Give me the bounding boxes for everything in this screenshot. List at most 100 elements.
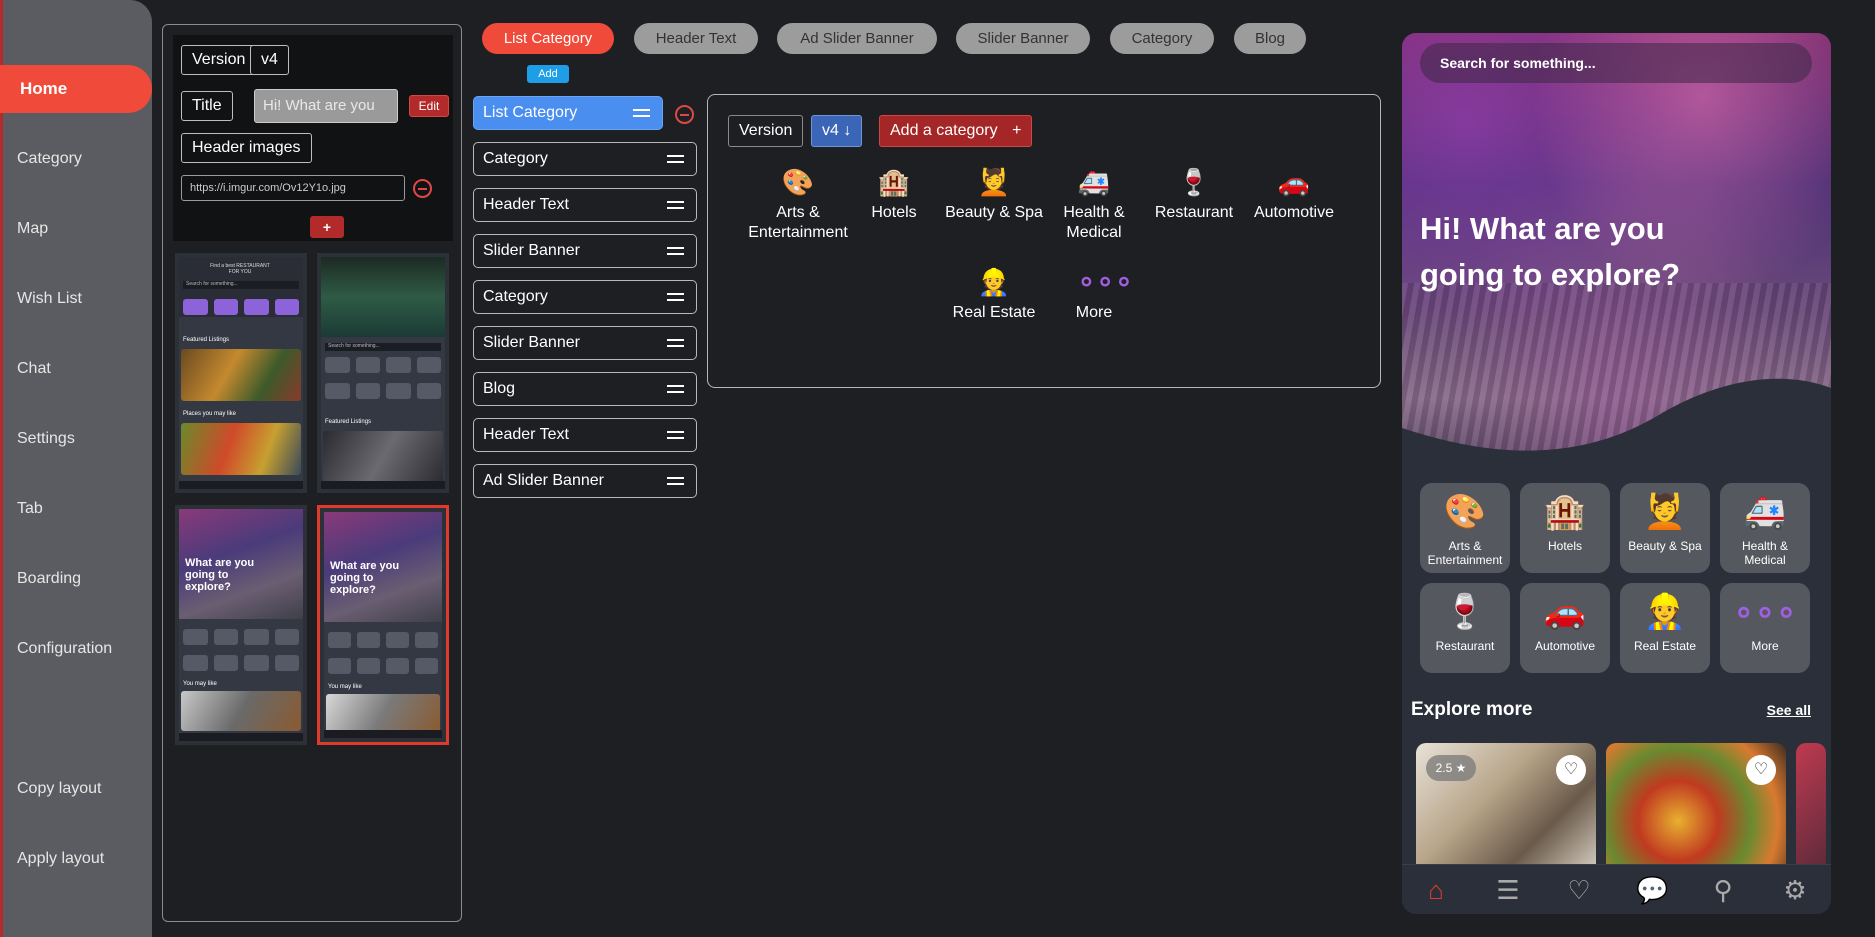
editor-category-beauty[interactable]: 💆 Beauty & Spa: [944, 167, 1044, 223]
layout-item-header-text-2[interactable]: Header Text: [473, 418, 697, 452]
phone-search-input[interactable]: Search for something...: [1420, 43, 1812, 83]
add-category-button[interactable]: Add a category +: [879, 115, 1033, 147]
drag-handle-icon[interactable]: [667, 247, 684, 255]
explore-card-partial[interactable]: [1796, 743, 1826, 873]
list-icon[interactable]: ☰: [1493, 876, 1523, 904]
see-all-link[interactable]: See all: [1767, 702, 1811, 718]
thumbnail-photo: [323, 431, 443, 483]
tab-slider-banner[interactable]: Slider Banner: [956, 23, 1090, 54]
layout-item-category-2[interactable]: Category: [473, 280, 697, 314]
thumbnail-categories-2: [328, 658, 438, 674]
editor-category-hotels[interactable]: 🏨 Hotels: [844, 167, 944, 223]
title-label: Title: [181, 91, 233, 121]
category-label: Automotive: [1253, 204, 1335, 221]
heart-icon[interactable]: ♡: [1564, 876, 1594, 904]
layout-item-label: Category: [483, 150, 548, 167]
tab-ad-slider-banner[interactable]: Ad Slider Banner: [777, 23, 937, 54]
phone-category-more[interactable]: ∘∘∘ More: [1720, 583, 1810, 673]
sidebar-item-boarding[interactable]: Boarding: [17, 570, 81, 588]
sidebar-item-wish-list[interactable]: Wish List: [17, 290, 82, 308]
map-pin-icon[interactable]: ⚲: [1708, 876, 1738, 904]
drag-handle-icon[interactable]: [667, 431, 684, 439]
remove-section-icon[interactable]: [675, 105, 694, 124]
layout-item-header-text[interactable]: Header Text: [473, 188, 697, 222]
sidebar-item-category[interactable]: Category: [17, 150, 82, 168]
home-icon[interactable]: ⌂: [1421, 876, 1451, 904]
category-label: Arts & Entertainment: [748, 204, 848, 241]
thumbnail-photo: [326, 694, 440, 734]
heart-icon[interactable]: ♡: [1746, 755, 1776, 785]
layout-item-label: Category: [483, 288, 548, 305]
editor-category-health[interactable]: 🚑 Health & Medical: [1044, 167, 1144, 243]
apply-layout-button[interactable]: Apply layout: [17, 850, 104, 868]
layout-item-slider-banner[interactable]: Slider Banner: [473, 234, 697, 268]
plus-icon: +: [1012, 122, 1022, 139]
thumbnail-headline: What are you going to explore?: [330, 560, 400, 596]
version-select[interactable]: v4: [250, 45, 289, 75]
tab-header-text[interactable]: Header Text: [634, 23, 758, 54]
layout-item-label: List Category: [483, 104, 578, 121]
more-dots-icon: ∘∘∘: [1733, 593, 1797, 631]
add-category-label: Add a category: [890, 122, 998, 139]
copy-layout-button[interactable]: Copy layout: [17, 780, 102, 798]
editor-category-automotive[interactable]: 🚗 Automotive: [1244, 167, 1344, 223]
layout-thumbnail-1[interactable]: Find a best RESTAURANT FOR YOU Search fo…: [175, 253, 307, 493]
gear-icon[interactable]: ⚙: [1780, 876, 1810, 904]
explore-card-hotel[interactable]: 2.5 ★ ♡: [1416, 743, 1596, 873]
title-input[interactable]: Hi! What are you: [254, 89, 398, 123]
phone-category-arts[interactable]: 🎨 Arts & Entertainment: [1420, 483, 1510, 573]
layout-item-slider-banner-2[interactable]: Slider Banner: [473, 326, 697, 360]
phone-category-restaurant[interactable]: 🍷 Restaurant: [1420, 583, 1510, 673]
layout-thumbnail-3[interactable]: What are you going to explore? You may l…: [175, 505, 307, 745]
layout-item-blog[interactable]: Blog: [473, 372, 697, 406]
thumbnail-you-may-like: You may like: [183, 681, 217, 687]
sidebar-item-home[interactable]: Home: [0, 65, 152, 113]
phone-headline: Hi! What are you going to explore?: [1420, 211, 1681, 292]
layout-item-list-category[interactable]: List Category: [473, 96, 663, 130]
explore-card-food[interactable]: ♡: [1606, 743, 1786, 873]
spa-icon: 💆: [977, 167, 1011, 197]
sidebar-item-map[interactable]: Map: [17, 220, 48, 238]
drag-handle-icon[interactable]: [667, 385, 684, 393]
drag-handle-icon[interactable]: [667, 339, 684, 347]
editor-category-arts[interactable]: 🎨 Arts & Entertainment: [743, 167, 853, 243]
chat-icon[interactable]: 💬: [1636, 876, 1668, 904]
sidebar-item-settings[interactable]: Settings: [17, 430, 75, 448]
layout-item-category[interactable]: Category: [473, 142, 697, 176]
category-label: Beauty & Spa: [1628, 539, 1702, 553]
layout-thumbnail-4-selected[interactable]: What are you going to explore? You may l…: [317, 505, 449, 745]
sidebar-item-configuration[interactable]: Configuration: [17, 640, 112, 658]
layout-thumbnail-2[interactable]: Search for something... Featured Listing…: [317, 253, 449, 493]
heart-icon[interactable]: ♡: [1556, 755, 1586, 785]
editor-category-restaurant[interactable]: 🍷 Restaurant: [1144, 167, 1244, 223]
sidebar-item-chat[interactable]: Chat: [17, 360, 51, 378]
thumbnail-featured-label: Featured Listings: [325, 419, 372, 425]
editor-category-real-estate[interactable]: 👷 Real Estate: [944, 267, 1044, 323]
add-section-button[interactable]: Add: [527, 65, 569, 83]
phone-category-health[interactable]: 🚑 Health & Medical: [1720, 483, 1810, 573]
tab-category[interactable]: Category: [1110, 23, 1214, 54]
tab-list-category[interactable]: List Category: [482, 23, 614, 54]
tab-blog[interactable]: Blog: [1234, 23, 1306, 54]
category-label: Beauty & Spa: [945, 204, 1043, 221]
thumbnail-search: Search for something...: [183, 281, 299, 289]
layout-item-ad-slider-banner[interactable]: Ad Slider Banner: [473, 464, 697, 498]
drag-handle-icon[interactable]: [633, 109, 650, 117]
phone-category-real-estate[interactable]: 👷 Real Estate: [1620, 583, 1710, 673]
drag-handle-icon[interactable]: [667, 293, 684, 301]
editor-version-select[interactable]: v4 ↓: [811, 115, 863, 147]
drag-handle-icon[interactable]: [667, 201, 684, 209]
phone-category-automotive[interactable]: 🚗 Automotive: [1520, 583, 1610, 673]
drag-handle-icon[interactable]: [667, 477, 684, 485]
drag-handle-icon[interactable]: [667, 155, 684, 163]
add-image-button[interactable]: +: [310, 216, 344, 238]
category-label: More: [1075, 304, 1113, 321]
phone-category-beauty[interactable]: 💆 Beauty & Spa: [1620, 483, 1710, 573]
image-url-input[interactable]: https://i.imgur.com/Ov12Y1o.jpg: [181, 175, 405, 201]
editor-category-more[interactable]: ∘∘∘ More: [1044, 267, 1144, 323]
sidebar-item-tab[interactable]: Tab: [17, 500, 43, 518]
phone-category-hotels[interactable]: 🏨 Hotels: [1520, 483, 1610, 573]
car-icon: 🚗: [1543, 593, 1587, 631]
remove-image-icon[interactable]: [413, 179, 432, 198]
edit-title-button[interactable]: Edit: [409, 95, 449, 117]
